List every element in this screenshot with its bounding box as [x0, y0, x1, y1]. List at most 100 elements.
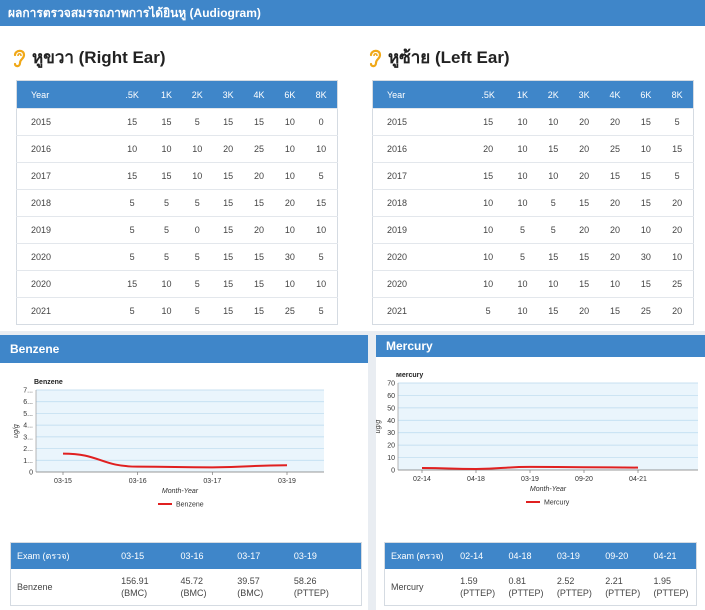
- left-ear-title: หูซ้าย (Left Ear): [388, 48, 510, 67]
- table-cell: 15: [212, 270, 244, 298]
- table-cell: 15: [568, 270, 600, 298]
- table-cell: 30: [274, 243, 306, 271]
- chart-title: Mercury: [396, 373, 423, 379]
- table-row: 2019 5 5 0 15 20 10 10: [16, 216, 338, 244]
- x-axis-label: Month-Year: [530, 486, 567, 493]
- table-cell: 5: [661, 162, 694, 190]
- table-cell: 10: [151, 297, 182, 325]
- table-cell: 2019: [16, 216, 114, 244]
- table-cell: 20: [599, 216, 631, 244]
- table-cell: 25: [630, 297, 662, 325]
- table-cell: 15: [537, 135, 569, 163]
- table-cell: 10: [537, 162, 569, 190]
- ear-icon: [369, 49, 382, 67]
- right-ear-heading: หูขวา (Right Ear): [12, 44, 166, 71]
- column-header: 4K: [243, 80, 275, 109]
- table-cell: 15: [305, 189, 338, 217]
- table-cell: 10: [537, 270, 569, 298]
- table-cell: 20: [274, 189, 306, 217]
- table-cell: Mercury: [391, 582, 424, 592]
- table-cell: 10: [274, 216, 306, 244]
- table-cell: 10: [507, 162, 538, 190]
- table-cell: 15: [630, 108, 662, 136]
- table-cell: 45.72 (BMC): [180, 576, 207, 598]
- right-ear-title: หูขวา (Right Ear): [32, 48, 166, 67]
- table-cell: 15: [630, 189, 662, 217]
- x-axis-label: Month-Year: [162, 488, 199, 495]
- y-tick-label: 4...: [23, 423, 33, 430]
- mercury-chart: Mercury 0 10 20 30 40 50 60 70 ug/g 02-14 04-18 03-1…: [376, 373, 698, 507]
- table-cell: 15: [243, 189, 275, 217]
- table-row: 2020 10 10 10 15 10 15 25: [372, 270, 694, 298]
- table-cell: 5: [151, 189, 182, 217]
- column-header: 04-21: [647, 542, 697, 569]
- y-axis-label: ug/g: [13, 424, 20, 438]
- table-cell: 0: [181, 216, 213, 244]
- table-cell: 20: [661, 297, 694, 325]
- chart-title: Benzene: [34, 379, 63, 386]
- table-cell: 5: [305, 243, 338, 271]
- table-cell: 2021: [372, 297, 470, 325]
- mercury-card: Mercury Mercury 0 10 20 30 40 50 60 70 ug/g 02-14 0…: [376, 335, 705, 610]
- y-tick-label: 30: [387, 430, 395, 437]
- column-header: 8K: [661, 80, 694, 109]
- x-tick-label: 03-15: [54, 478, 72, 485]
- y-tick-label: 0: [29, 470, 33, 477]
- mercury-exam-table: Exam (ตรวจ) 02-14 04-18 03-19 09-20 04-21 Merc…: [384, 542, 697, 606]
- page-header: ผลการตรวจสมรรถภาพการได้ยินหู (Audiogram): [0, 0, 705, 26]
- column-header: 6K: [274, 80, 306, 109]
- table-cell: 20: [568, 297, 600, 325]
- table-cell: 58.26 (PTTEP): [293, 576, 329, 598]
- table-cell: 2016: [16, 135, 114, 163]
- table-cell: 25: [243, 135, 275, 163]
- y-tick-label: 50: [387, 405, 395, 412]
- table-cell: 5: [113, 216, 152, 244]
- table-row: 2015 15 15 5 15 15 10 0: [16, 108, 338, 136]
- table-row: 2016 20 10 15 20 25 10 15: [372, 135, 694, 163]
- benzene-chart: Benzene 0 1... 2... 3... 4... 5... 6... 7... ug/g…: [13, 379, 324, 509]
- table-cell: 2019: [372, 216, 470, 244]
- audiogram-section: หูขวา (Right Ear) Year .5K 1K 2K 3K 4K 6K 8K 201…: [0, 26, 705, 331]
- table-cell: 20: [243, 216, 275, 244]
- y-tick-label: 10: [387, 455, 395, 462]
- table-cell: 10: [469, 216, 508, 244]
- table-cell: 15: [537, 297, 569, 325]
- table-cell: 20: [243, 162, 275, 190]
- exam-header-row: Exam (ตรวจ) 03-15 03-16 03-17 03-19: [10, 542, 362, 569]
- mercury-card-title: Mercury: [376, 335, 705, 357]
- table-cell: 10: [507, 135, 538, 163]
- column-header: 03-19: [287, 542, 362, 569]
- column-header: 6K: [630, 80, 662, 109]
- table-cell: 5: [507, 216, 538, 244]
- legend-label: Mercury: [544, 500, 570, 507]
- table-cell: 10: [305, 135, 338, 163]
- table-row: 2016 10 10 10 20 25 10 10: [16, 135, 338, 163]
- table-cell: 15: [568, 243, 600, 271]
- table-cell: 2020: [16, 270, 114, 298]
- table-cell: 15: [599, 162, 631, 190]
- table-cell: 10: [469, 270, 508, 298]
- column-header: 03-17: [231, 542, 288, 569]
- table-cell: 15: [243, 108, 275, 136]
- table-cell: 2017: [372, 162, 470, 190]
- table-row: 2018 10 10 5 15 20 15 20: [372, 189, 694, 217]
- table-cell: 25: [274, 297, 306, 325]
- table-row: 2021 5 10 5 15 15 25 5: [16, 297, 338, 325]
- table-cell: 10: [305, 270, 338, 298]
- table-cell: 10: [507, 270, 538, 298]
- table-cell: 5: [151, 216, 182, 244]
- table-cell: 15: [113, 162, 152, 190]
- column-header: 03-19: [550, 542, 600, 569]
- table-cell: 15: [212, 189, 244, 217]
- table-cell: 2015: [16, 108, 114, 136]
- table-cell: 20: [568, 135, 600, 163]
- table-cell: 5: [181, 189, 213, 217]
- column-header: Exam (ตรวจ): [10, 542, 116, 569]
- table-row: 2015 15 10 10 20 20 15 5: [372, 108, 694, 136]
- table-cell: 5: [181, 243, 213, 271]
- table-cell: 2.52 (PTTEP): [556, 576, 592, 598]
- table-cell: 10: [151, 270, 182, 298]
- table-cell: 10: [469, 189, 508, 217]
- table-cell: 20: [568, 108, 600, 136]
- table-cell: 10: [599, 270, 631, 298]
